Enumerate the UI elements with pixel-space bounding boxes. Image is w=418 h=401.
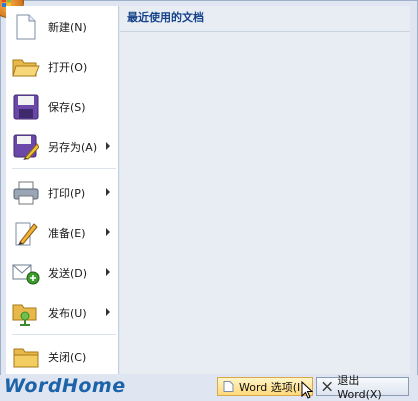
- prepare-icon: [10, 218, 42, 248]
- menu-item-label: 新建(N): [48, 21, 87, 34]
- menu-item-new[interactable]: 新建(N): [6, 8, 118, 46]
- menu-item-label: 保存(S): [48, 101, 86, 114]
- send-icon: [10, 258, 42, 288]
- save-disk-icon: [10, 92, 42, 122]
- submenu-arrow-icon: [106, 268, 110, 276]
- publish-icon: [10, 298, 42, 328]
- submenu-arrow-icon: [106, 142, 110, 150]
- menu-separator: [12, 168, 116, 169]
- menu-separator: [12, 334, 116, 335]
- word-options-button[interactable]: Word 选项(I): [217, 377, 313, 396]
- watermark-logo: WordHome: [4, 375, 126, 397]
- options-document-icon: [223, 381, 234, 392]
- menu-item-publish[interactable]: 发布(U): [6, 294, 118, 332]
- close-folder-icon: [10, 342, 42, 372]
- menu-item-label: 打印(P): [48, 187, 86, 200]
- menu-item-open[interactable]: 打开(O): [6, 48, 118, 86]
- word-options-label: Word 选项(I): [239, 380, 305, 394]
- mouse-cursor-icon: [301, 381, 313, 399]
- menu-item-send[interactable]: 发送(D): [6, 254, 118, 292]
- menu-item-label: 打开(O): [48, 61, 88, 74]
- menu-item-print[interactable]: 打印(P): [6, 174, 118, 212]
- close-x-icon: [322, 381, 332, 392]
- exit-word-button[interactable]: 退出 Word(X): [316, 374, 409, 401]
- menu-item-label: 关闭(C): [48, 351, 87, 364]
- file-menu: 新建(N) 打开(O) 保存(S) 另存为(A) 打印(P) 准备(E) 发送(…: [6, 6, 119, 374]
- exit-word-label: 退出 Word(X): [337, 374, 382, 401]
- menu-item-label: 发送(D): [48, 267, 88, 280]
- menu-item-label: 另存为(A): [48, 141, 98, 154]
- menu-item-label: 发布(U): [48, 307, 87, 320]
- menu-item-close[interactable]: 关闭(C): [6, 338, 118, 376]
- submenu-arrow-icon: [106, 228, 110, 236]
- menu-item-save[interactable]: 保存(S): [6, 88, 118, 126]
- printer-icon: [10, 178, 42, 208]
- menu-item-label: 准备(E): [48, 227, 86, 240]
- submenu-arrow-icon: [106, 308, 110, 316]
- menu-item-save-as[interactable]: 另存为(A): [6, 128, 118, 166]
- recent-documents-panel: 最近使用的文档: [120, 6, 410, 374]
- footer-bar: WordHome Word 选项(I) 退出 Word(X): [0, 374, 418, 401]
- submenu-arrow-icon: [106, 188, 110, 196]
- menu-item-prepare[interactable]: 准备(E): [6, 214, 118, 252]
- recent-documents-header: 最近使用的文档: [120, 6, 410, 32]
- open-folder-icon: [10, 52, 42, 82]
- save-as-icon: [10, 132, 42, 162]
- new-document-icon: [10, 12, 42, 42]
